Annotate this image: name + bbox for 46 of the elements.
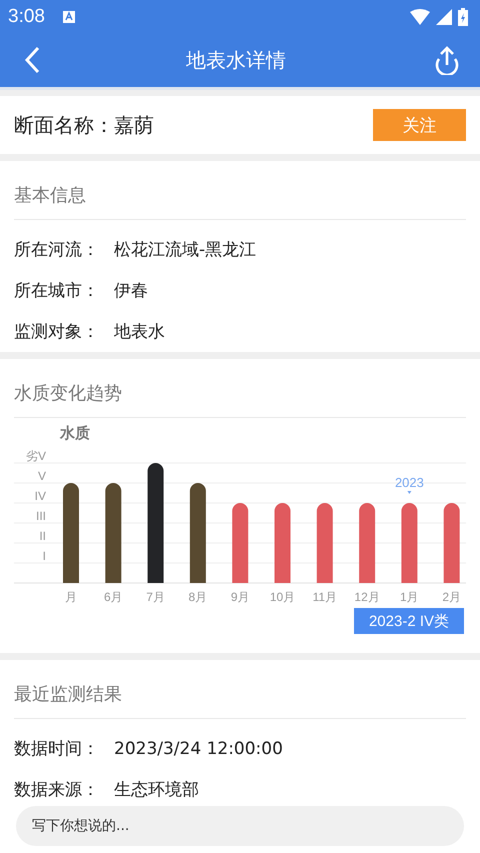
axis-label: 1月 <box>400 590 419 604</box>
section-title: 基本信息 <box>14 161 466 220</box>
field-value: 2023/3/24 12:00:00 <box>114 738 283 758</box>
clock: 3:08 <box>8 6 45 28</box>
field-label: 数据来源： <box>14 779 100 801</box>
axis-label: 9月 <box>230 590 250 604</box>
axis-label: 10月 <box>270 590 296 604</box>
bar[interactable] <box>190 483 206 583</box>
axis-label: 2月 <box>442 590 462 604</box>
field-label: 数据时间： <box>14 738 100 760</box>
back-icon <box>24 46 40 74</box>
page-title: 地表水详情 <box>186 46 286 74</box>
section-title: 最近监测结果 <box>14 660 466 719</box>
year-label: 2023 <box>394 475 424 490</box>
axis-label: 7月 <box>146 590 165 604</box>
station-name: 断面名称：嘉荫 <box>14 112 154 138</box>
bar[interactable] <box>105 483 122 583</box>
axis-label: V <box>38 469 46 483</box>
axis-title: 水质 <box>60 424 90 442</box>
chart-tooltip: 2023-2 IV类 <box>354 608 464 634</box>
axis-label: I <box>42 549 46 563</box>
axis-label: 12月 <box>354 590 380 604</box>
comment-field[interactable]: 写下你想说的... <box>16 806 464 846</box>
section-title: 水质变化趋势 <box>14 359 466 418</box>
notification-icon <box>62 10 75 22</box>
axis-label: 月 <box>65 590 77 604</box>
follow-button[interactable]: 关注 <box>373 109 466 141</box>
axis-label: 8月 <box>188 590 208 604</box>
field-value: 生态环境部 <box>114 779 199 801</box>
signal-icon <box>436 8 452 24</box>
bar[interactable] <box>148 463 164 583</box>
axis-label: III <box>36 509 46 523</box>
axis-label: 劣V <box>26 449 46 463</box>
marker-icon <box>407 491 412 494</box>
axis-label: IV <box>34 489 46 503</box>
axis-label: 11月 <box>312 590 338 604</box>
field-value: 伊春 <box>114 280 148 302</box>
field-label: 所在城市： <box>14 280 100 302</box>
axis-label: 6月 <box>104 590 123 604</box>
field-value: 地表水 <box>114 321 165 343</box>
field-value: 松花江流域-黑龙江 <box>114 239 256 261</box>
field-label: 监测对象： <box>14 321 100 343</box>
battery-icon <box>458 8 468 26</box>
wifi-icon <box>410 8 430 24</box>
axis-label: II <box>39 529 46 543</box>
field-label: 所在河流： <box>14 239 100 261</box>
